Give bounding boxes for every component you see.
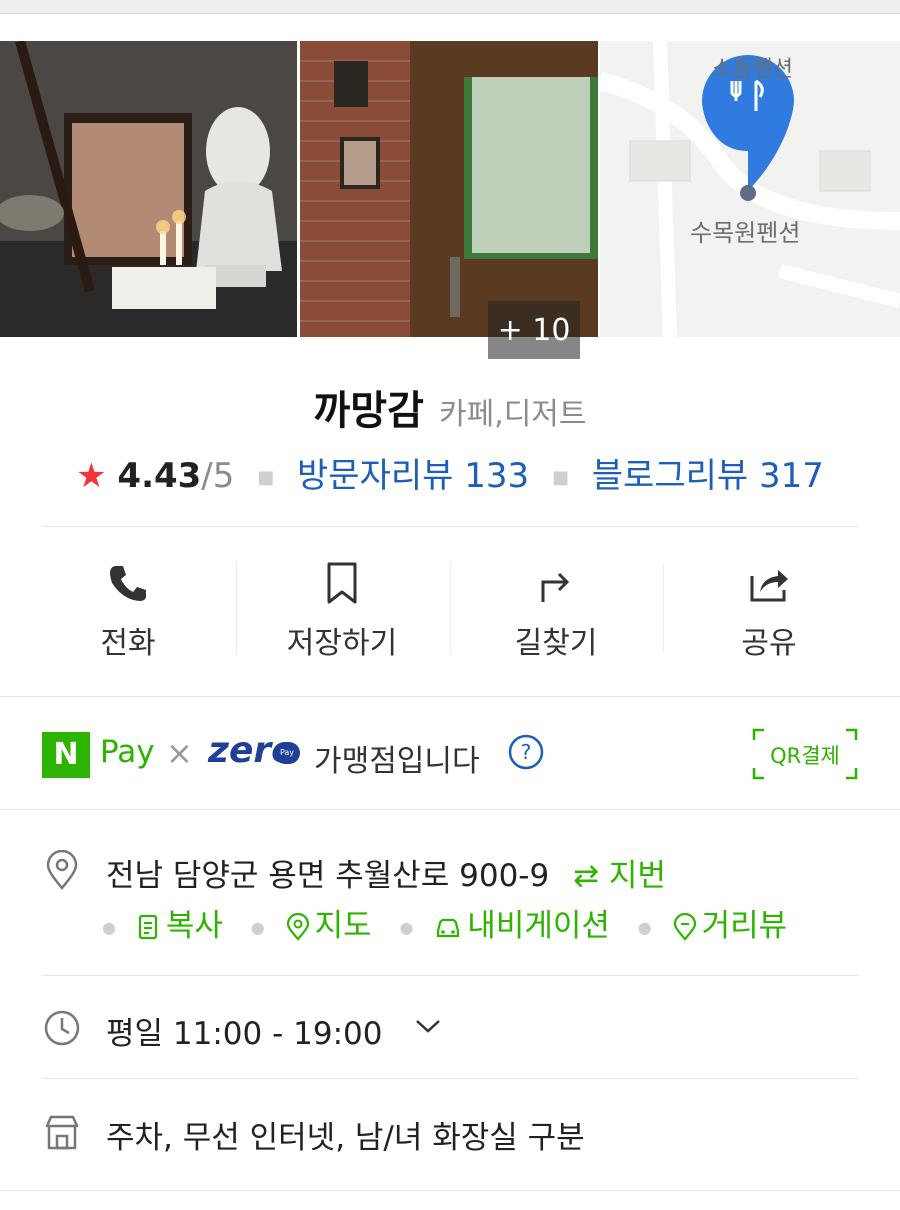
phone-icon (110, 566, 146, 601)
street-view-link[interactable]: 거리뷰 (672, 908, 788, 944)
map-link[interactable]: 지도 (285, 908, 382, 944)
map-label: 지도 (314, 908, 372, 944)
divider (0, 1190, 900, 1191)
star-icon: ★ (76, 456, 107, 496)
copy-label: 복사 (165, 908, 223, 944)
save-label: 저장하기 (286, 626, 398, 661)
navigation-label: 내비게이션 (467, 908, 610, 944)
more-photos-badge[interactable]: + 10 (488, 301, 580, 359)
address-row: 전남 담양군 용면 추월산로 900-9 ⇄ 지번 ● 복사 ● 지도 ● 내비… (42, 848, 862, 948)
photo-gallery[interactable]: 소듬펜션 수목원펜션 + 10 (0, 41, 900, 359)
street-view-label: 거리뷰 (701, 908, 788, 944)
visitor-reviews-link[interactable]: 방문자리뷰 133 (297, 456, 529, 496)
npay-zeropay-row: N Pay × zero Pay 가맹점입니다 ? QR결제 (42, 728, 862, 788)
separator-dot: ● (250, 918, 265, 937)
bookmark-icon (327, 562, 357, 604)
call-label: 전화 (100, 626, 156, 661)
address-text: 전남 담양군 용면 추월산로 900-9 ⇄ 지번 (106, 850, 666, 895)
merchant-text: 가맹점입니다 (314, 744, 480, 779)
directions-label: 길찾기 (514, 626, 598, 661)
lot-number-toggle[interactable]: ⇄ 지번 (573, 858, 666, 894)
map-label-pin: 수목원펜션 (690, 219, 801, 247)
npay-logo-n: N (42, 732, 90, 778)
hours-row[interactable]: 평일 11:00 - 19:00 (42, 1006, 862, 1053)
share-icon (750, 570, 788, 602)
hours-text: 평일 11:00 - 19:00 (106, 1008, 382, 1053)
directions-icon (541, 572, 570, 602)
times-symbol: × (166, 734, 193, 772)
address-actions: ● 복사 ● 지도 ● 내비게이션 ● 거리뷰 (102, 900, 805, 945)
navigation-link[interactable]: 내비게이션 (433, 908, 619, 944)
place-category: 카페,디저트 (438, 397, 587, 432)
amenities-text: 주차, 무선 인터넷, 남/녀 화장실 구분 (106, 1120, 585, 1156)
photo-interior-bust[interactable] (0, 41, 297, 337)
store-icon (45, 1115, 79, 1150)
share-button[interactable]: 공유 (663, 548, 875, 668)
divider (0, 696, 900, 697)
copy-icon (138, 914, 157, 940)
qr-pay-label: QR결제 (770, 744, 840, 768)
car-icon (437, 918, 460, 938)
separator-dot: ● (637, 918, 652, 937)
map-thumbnail[interactable]: 소듬펜션 수목원펜션 (600, 41, 900, 337)
divider (0, 809, 900, 810)
npay-logo-pay: Pay (100, 734, 155, 770)
rating-score: 4.43 (117, 456, 202, 496)
photo-entrance-door[interactable] (300, 41, 598, 337)
blog-reviews-link[interactable]: 블로그리뷰 317 (592, 456, 824, 496)
hours-value: 평일 11:00 - 19:00 (106, 1016, 383, 1052)
call-button[interactable]: 전화 (22, 548, 234, 668)
divider (42, 975, 858, 976)
action-bar: 전화 저장하기 길찾기 공유 (0, 548, 900, 668)
top-status-strip (0, 0, 900, 14)
divider (42, 1078, 858, 1079)
separator-dot: ● (102, 918, 116, 937)
save-button[interactable]: 저장하기 (236, 548, 448, 668)
separator-dot: ■ (257, 467, 275, 488)
divider (42, 526, 858, 527)
location-pin-icon (46, 850, 78, 890)
help-icon[interactable]: ? (508, 734, 544, 770)
zeropay-badge: Pay (274, 742, 300, 764)
chevron-down-icon[interactable] (414, 1016, 442, 1036)
clock-icon (44, 1010, 80, 1046)
separator-dot: ● (399, 918, 414, 937)
address-value: 전남 담양군 용면 추월산로 900-9 (106, 858, 550, 894)
separator-dot: ■ (551, 467, 569, 488)
map-pin-icon (286, 912, 309, 941)
qr-pay-button[interactable]: QR결제 (752, 728, 858, 780)
street-view-icon (673, 912, 696, 941)
rating-scale: /5 (201, 456, 235, 496)
place-name: 까망감 (313, 388, 424, 434)
amenities-row: 주차, 무선 인터넷, 남/녀 화장실 구분 (42, 1110, 862, 1156)
share-label: 공유 (741, 626, 797, 661)
svg-text:?: ? (521, 740, 532, 764)
directions-button[interactable]: 길찾기 (450, 548, 662, 668)
place-title-row: 까망감 카페,디저트 (0, 378, 900, 436)
map-label-top: 소듬펜션 (712, 57, 793, 82)
copy-address-link[interactable]: 복사 (136, 908, 233, 944)
rating-row: ★ 4.43/5 ■ 방문자리뷰 133 ■ 블로그리뷰 317 (0, 448, 900, 497)
